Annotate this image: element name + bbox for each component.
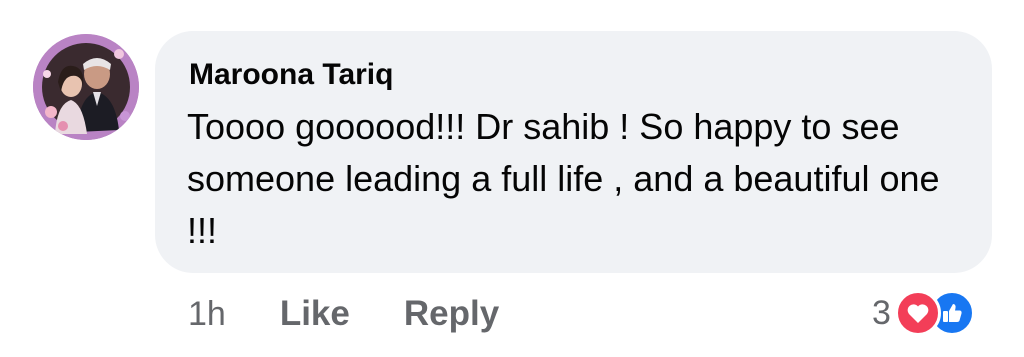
- love-icon: [894, 290, 941, 336]
- avatar[interactable]: [33, 34, 139, 140]
- comment-container: Maroona Tariq Toooo goooood!!! Dr sahib …: [0, 0, 1024, 357]
- like-button[interactable]: Like: [280, 294, 350, 334]
- comment-bubble: Maroona Tariq Toooo goooood!!! Dr sahib …: [155, 31, 992, 273]
- comment-text: Toooo goooood!!! Dr sahib ! So happy to …: [187, 106, 940, 251]
- reaction-count: 3: [872, 293, 891, 332]
- comment-actions: 1h Like Reply: [188, 292, 553, 336]
- avatar-photo: [33, 34, 139, 140]
- comment-timestamp[interactable]: 1h: [188, 295, 226, 334]
- reply-button[interactable]: Reply: [404, 294, 499, 334]
- comment-author[interactable]: Maroona Tariq: [189, 57, 393, 93]
- reaction-summary[interactable]: 3: [872, 290, 975, 336]
